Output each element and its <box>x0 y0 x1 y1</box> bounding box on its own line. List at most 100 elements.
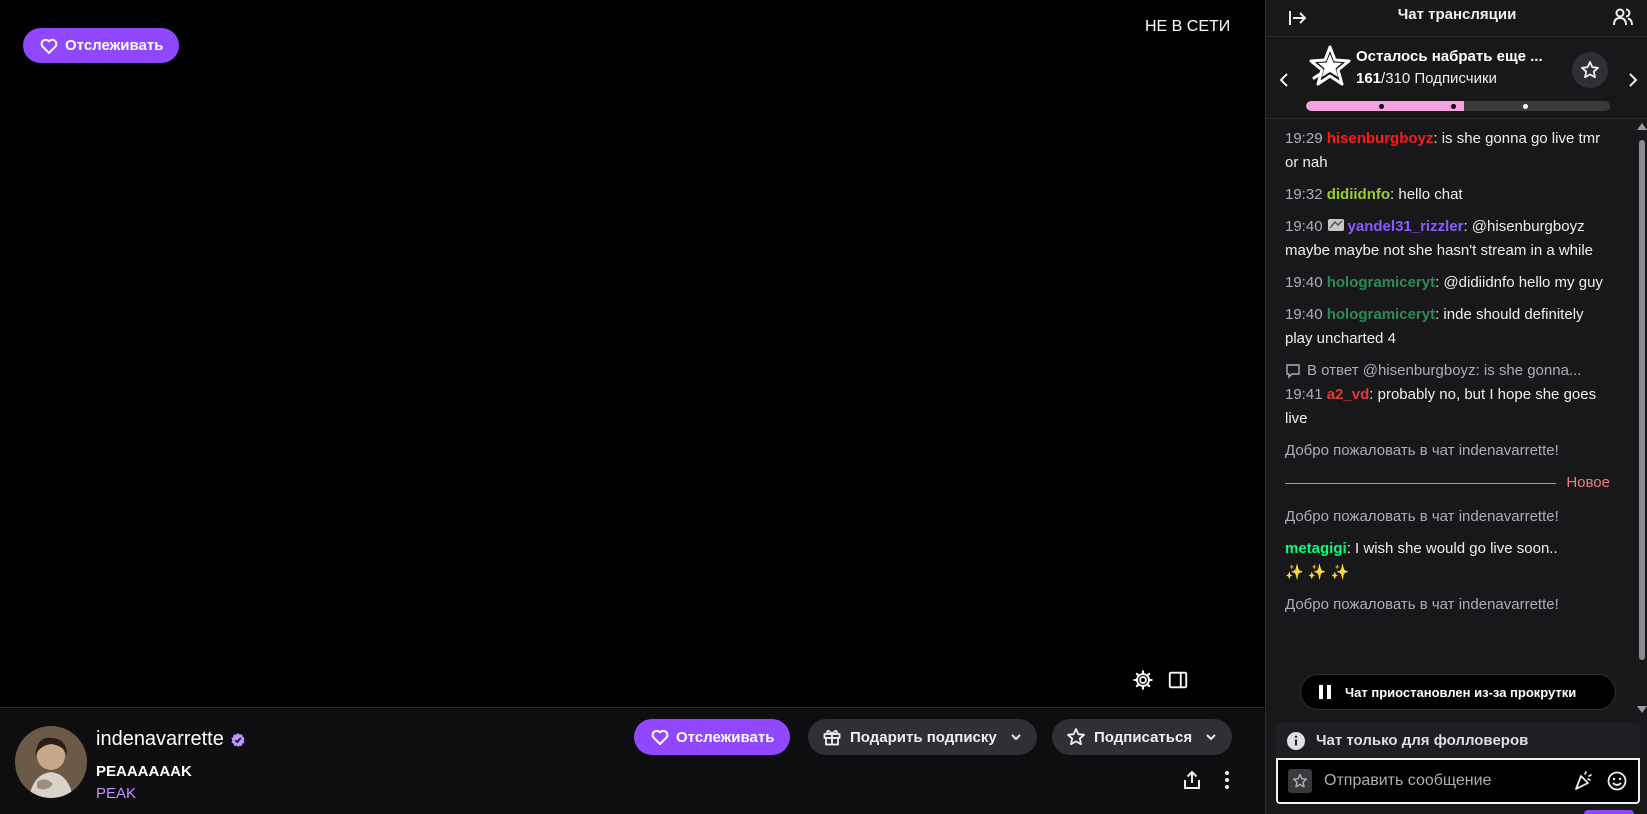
chat-username[interactable]: metagigi <box>1285 540 1347 557</box>
goal-count: 161/310 Подписчики <box>1356 70 1497 87</box>
chat-badge-icon[interactable] <box>1327 216 1345 234</box>
chat-message: 19:40 yandel31_rizzler: @hisenburgboyz ma… <box>1285 215 1610 263</box>
offline-status: НЕ В СЕТИ <box>1145 18 1231 35</box>
chevron-down-icon <box>1011 734 1021 741</box>
stream-category-link[interactable]: PEAK <box>96 785 136 802</box>
goal-progress-bar <box>1306 101 1610 111</box>
bits-button[interactable] <box>1570 768 1596 794</box>
chevron-left-icon <box>1279 73 1288 87</box>
channel-name[interactable]: indenavarrette <box>96 728 246 751</box>
goal-prev-button[interactable] <box>1271 67 1297 93</box>
chat-username[interactable]: didiidnfo <box>1327 186 1390 203</box>
chat-panel: Чат трансляции Осталось набрать еще ... … <box>1265 0 1647 814</box>
theatre-mode-button[interactable] <box>1166 668 1190 692</box>
message-container: 19:29 hisenburgboyz: is she gonna go liv… <box>1285 127 1610 431</box>
followers-only-notice: Чат только для фолловеров <box>1276 723 1640 758</box>
welcome-message: Добро пожаловать в чат indenavarrette! <box>1285 508 1559 525</box>
sub-emote-button[interactable] <box>1288 769 1312 793</box>
chat-username[interactable]: hologramiceryt <box>1327 306 1435 323</box>
stream-title: PEAAAAAAK <box>96 763 192 780</box>
goal-marker <box>1523 104 1528 109</box>
goal-progress-fill <box>1306 101 1465 111</box>
chat-message: 19:40 hologramiceryt: inde should defini… <box>1285 303 1610 351</box>
chat-text: : I wish she would go live soon.. <box>1346 540 1558 557</box>
gift-sub-button[interactable]: Подарить подписку <box>808 719 1037 755</box>
new-messages-divider: Новое <box>1285 471 1610 495</box>
goal-current: 161 <box>1356 70 1382 87</box>
star-icon <box>1581 61 1599 79</box>
chat-message-input[interactable] <box>1312 760 1570 802</box>
channel-name-text: indenavarrette <box>96 728 224 750</box>
followers-only-label: Чат только для фолловеров <box>1316 732 1529 749</box>
chat-message: 19:29 hisenburgboyz: is she gonna go liv… <box>1285 127 1610 175</box>
divider-line <box>1285 482 1557 484</box>
chat-text: : @didiidnfo hello my guy <box>1435 274 1603 291</box>
bits-icon <box>1575 771 1592 790</box>
video-player[interactable]: Отслеживать НЕ В СЕТИ <box>0 0 1265 707</box>
scroll-down-arrow[interactable] <box>1637 706 1647 713</box>
goal-next-button[interactable] <box>1620 67 1646 93</box>
chat-timestamp: 19:40 <box>1285 274 1323 291</box>
chat-timestamp: 19:40 <box>1285 218 1323 235</box>
heart-icon <box>40 38 58 54</box>
goal-marker <box>1379 104 1384 109</box>
reply-context[interactable]: В ответ @hisenburgboyz: is she gonna... <box>1285 359 1610 383</box>
player-follow-button[interactable]: Отслеживать <box>23 28 180 63</box>
chevron-down-icon <box>1206 734 1216 741</box>
chat-header: Чат трансляции <box>1266 0 1647 37</box>
chat-paused-button[interactable]: Чат приостановлен из-за прокрутки <box>1300 674 1616 710</box>
chat-timestamp: 19:32 <box>1285 186 1323 203</box>
follow-label: Отслеживать <box>65 37 164 54</box>
share-button[interactable] <box>1179 767 1205 793</box>
chat-message: 19:41 a2_vd: probably no, but I hope she… <box>1285 383 1610 431</box>
channel-info-bar: indenavarrette PEAAAAAAK PEAK Отслеживат… <box>0 707 1265 814</box>
gift-sub-label: Подарить подписку <box>850 728 997 746</box>
channel-avatar[interactable] <box>15 726 87 798</box>
community-icon <box>1613 8 1633 26</box>
send-button[interactable] <box>1584 810 1634 814</box>
more-vertical-icon <box>1225 771 1229 789</box>
avatar-image <box>15 726 87 798</box>
reply-text: В ответ @hisenburgboyz: is she gonna... <box>1307 362 1582 379</box>
chat-timestamp: 19:41 <box>1285 386 1323 403</box>
sub-goal-widget[interactable]: Осталось набрать еще ... 161/310 Подписч… <box>1266 38 1647 119</box>
theatre-mode-icon <box>1168 671 1188 689</box>
new-label: Новое <box>1566 474 1610 491</box>
emote-picker-button[interactable] <box>1604 768 1630 794</box>
chat-username[interactable]: yandel31_rizzler <box>1348 218 1464 235</box>
gift-icon <box>823 730 841 746</box>
welcome-message: Добро пожаловать в чат indenavarrette! <box>1285 442 1559 459</box>
chat-text: : hello chat <box>1390 186 1463 203</box>
subscribe-label: Подписаться <box>1094 728 1193 746</box>
chat-timestamp: 19:40 <box>1285 306 1323 323</box>
chat-scrollbar[interactable] <box>1634 120 1647 715</box>
heart-icon <box>651 729 669 745</box>
chat-message: 19:32 didiidnfo: hello chat <box>1285 183 1610 207</box>
chat-message: 19:40 hologramiceryt: @didiidnfo hello m… <box>1285 271 1610 295</box>
info-icon <box>1287 731 1305 750</box>
goal-marker <box>1451 104 1456 109</box>
chat-username[interactable]: hisenburgboyz <box>1327 130 1434 147</box>
chat-timestamp: 19:29 <box>1285 130 1323 147</box>
scroll-thumb[interactable] <box>1639 140 1645 660</box>
welcome-message: Добро пожаловать в чат indenavarrette! <box>1285 596 1559 613</box>
scroll-up-arrow[interactable] <box>1637 123 1647 130</box>
share-icon <box>1184 770 1200 789</box>
more-options-button[interactable] <box>1214 767 1240 793</box>
chat-input-box[interactable] <box>1276 758 1640 804</box>
goal-heading: Осталось набрать еще ... <box>1356 48 1543 65</box>
chat-username[interactable]: hologramiceryt <box>1327 274 1435 291</box>
goal-target: /310 Подписчики <box>1381 70 1497 87</box>
goal-favorite-button[interactable] <box>1572 52 1608 88</box>
chevron-right-icon <box>1629 73 1638 87</box>
chat-message-list[interactable]: 19:29 hisenburgboyz: is she gonna go liv… <box>1266 120 1634 673</box>
chat-username[interactable]: a2_vd <box>1327 386 1370 403</box>
follow-button[interactable]: Отслеживать <box>634 719 791 755</box>
reply-icon <box>1286 364 1300 379</box>
emotes: ✨ ✨ ✨ <box>1285 564 1350 581</box>
subscribe-button[interactable]: Подписаться <box>1052 719 1233 755</box>
goal-star-icon <box>1309 45 1351 86</box>
follow-label: Отслеживать <box>676 728 775 746</box>
settings-button[interactable] <box>1131 668 1155 692</box>
community-button[interactable] <box>1610 4 1636 30</box>
